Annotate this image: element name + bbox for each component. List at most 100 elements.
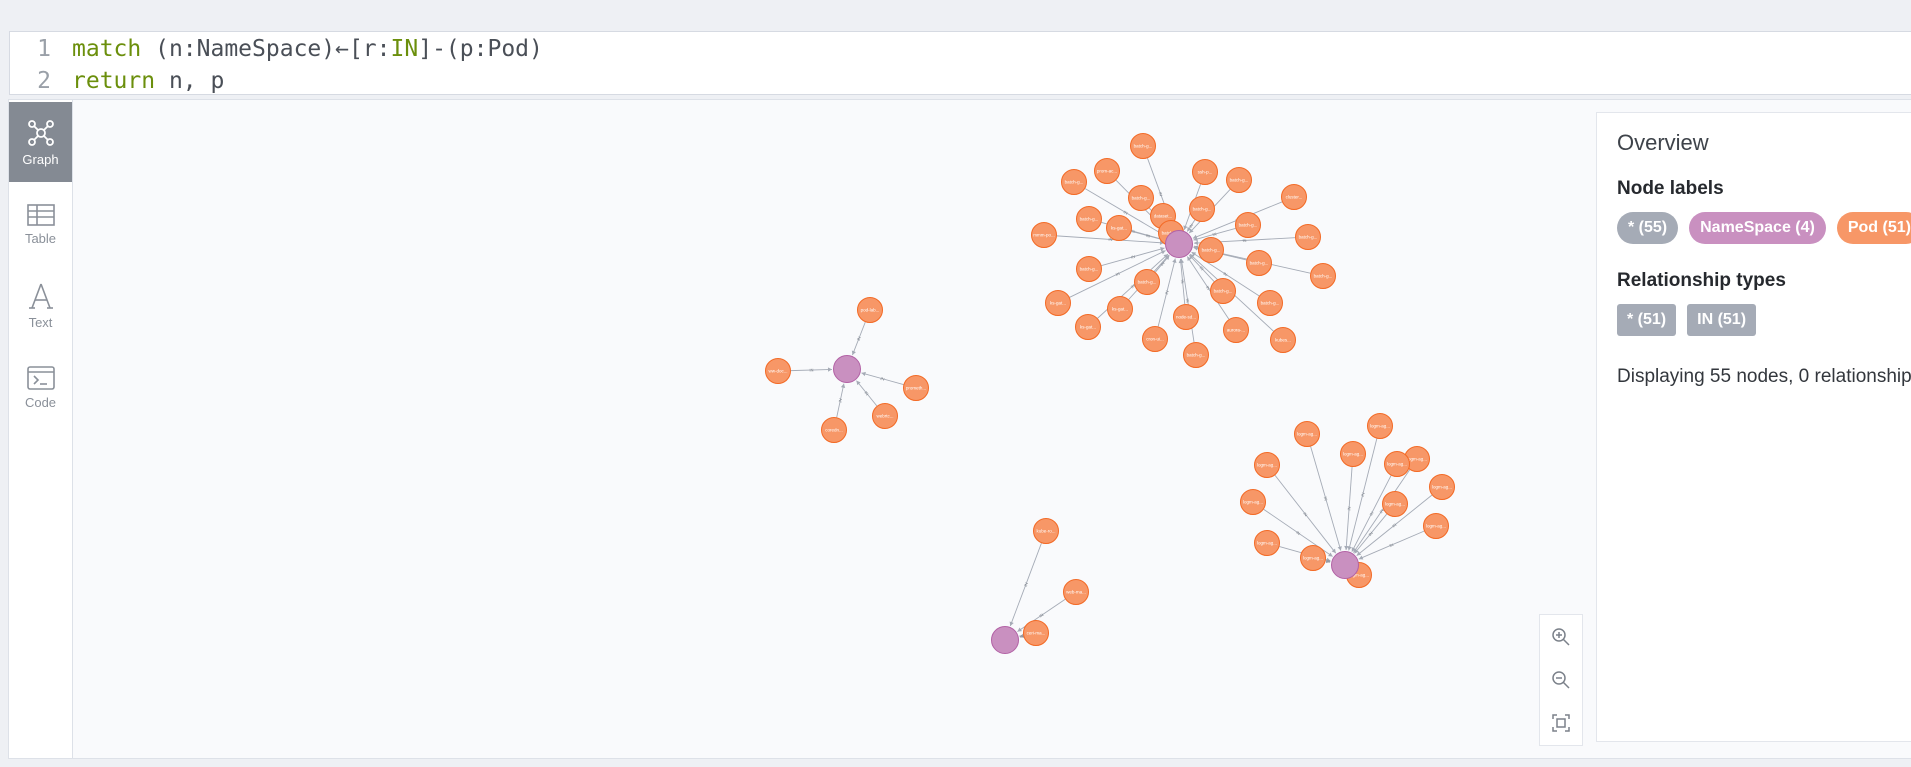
graph-canvas[interactable]: IN IN IN IN IN IN IN IN IN IN IN IN IN IN IN IN IN IN IN IN… [73, 100, 1593, 758]
pod-node[interactable]: logm-ag... [1367, 413, 1393, 439]
pod-node[interactable]: prom-ac... [1094, 158, 1120, 184]
pod-node[interactable]: batch-g... [1210, 278, 1236, 304]
pod-node[interactable]: logm-ag... [1429, 474, 1455, 500]
pod-node[interactable]: prometh... [903, 375, 929, 401]
pod-node[interactable]: batch-g... [1128, 185, 1154, 211]
pod-node-label[interactable]: batch-g... [1214, 289, 1233, 294]
pod-node-label[interactable]: ww-doc... [768, 369, 787, 374]
pod-node[interactable]: kube-ro... [1033, 518, 1059, 544]
pod-node-label[interactable]: coredn... [825, 428, 843, 433]
pod-node-label[interactable]: logm-ag... [1407, 457, 1427, 462]
pod-node-label[interactable]: logm-ag... [1370, 424, 1390, 429]
view-text-button[interactable]: Text [9, 265, 72, 345]
pod-node[interactable]: logm-ag... [1384, 451, 1410, 477]
pod-node[interactable]: logm-ag... [1240, 489, 1266, 515]
pod-node[interactable]: web-ma... [1063, 579, 1089, 605]
pod-node-label[interactable]: batch-g... [1187, 353, 1206, 358]
pod-node[interactable]: logm-ag... [1300, 545, 1326, 571]
pod-node-label[interactable]: logm-ag... [1387, 462, 1407, 467]
pod-node[interactable]: batch-g... [1257, 290, 1283, 316]
pod-node-label[interactable]: web-ma... [1066, 590, 1086, 595]
namespace-node[interactable] [1165, 230, 1193, 258]
pod-node-label[interactable]: batch-g... [1080, 267, 1099, 272]
pod-node-label[interactable]: batch-g... [1299, 235, 1318, 240]
namespace-node[interactable] [991, 626, 1019, 654]
fit-to-screen-button[interactable] [1546, 708, 1576, 738]
pod-node[interactable]: logm-ag... [1254, 530, 1280, 556]
pod-node[interactable]: node-sd... [1173, 304, 1199, 330]
pod-node[interactable]: ssh-p... [1192, 159, 1218, 185]
node-label-pod-pill[interactable]: Pod (51) [1836, 212, 1911, 244]
pod-node[interactable]: logm-ag... [1254, 452, 1280, 478]
pod-node-label[interactable]: ks-gat... [1112, 307, 1128, 312]
rel-type-all-tag[interactable]: * (51) [1617, 304, 1677, 336]
pod-node[interactable]: batch-g... [1189, 196, 1215, 222]
pod-node-label[interactable]: cluster... [1286, 195, 1303, 200]
pod-node-label[interactable]: batch-g... [1314, 274, 1333, 279]
pod-node[interactable]: batch-g... [1061, 169, 1087, 195]
pod-node-label[interactable]: batch-g... [1080, 217, 1099, 222]
pod-node-label[interactable]: batch-g... [1239, 223, 1258, 228]
pod-node[interactable]: batch-g... [1310, 263, 1336, 289]
pod-node-label[interactable]: logm-ag... [1432, 485, 1452, 490]
pod-node[interactable]: ww-doc... [765, 358, 791, 384]
pod-node[interactable]: logm-ag... [1382, 491, 1408, 517]
pod-node-label[interactable]: logm-ag... [1343, 452, 1363, 457]
pod-node-label[interactable]: logm-ag... [1385, 502, 1405, 507]
pod-node-label[interactable]: kubes... [1275, 338, 1291, 343]
pod-node-label[interactable]: logm-ag... [1297, 432, 1317, 437]
pod-node-label[interactable]: ceri-ma... [1027, 631, 1046, 636]
pod-node-label[interactable]: prometh... [906, 386, 926, 391]
view-graph-button[interactable]: Graph [9, 102, 72, 182]
pod-node-label[interactable]: aurora-... [1227, 328, 1245, 333]
pod-node[interactable]: ks-gat... [1106, 215, 1132, 241]
pod-node-label[interactable]: ks-gat... [1111, 226, 1127, 231]
pod-node-label[interactable]: logm-ag... [1303, 556, 1323, 561]
node-label-namespace-pill[interactable]: NameSpace (4) [1689, 212, 1826, 244]
pod-node[interactable]: batch-g... [1076, 256, 1102, 282]
pod-node-label[interactable]: batch-g... [1134, 144, 1153, 149]
pod-node-label[interactable]: pod-lab... [861, 308, 880, 313]
view-table-button[interactable]: Table [9, 184, 72, 264]
pod-node-label[interactable]: batch-g... [1230, 178, 1249, 183]
pod-node[interactable]: batch-g... [1183, 342, 1209, 368]
pod-node[interactable]: aurora-... [1223, 317, 1249, 343]
pod-node[interactable]: logm-ag... [1423, 513, 1449, 539]
pod-node[interactable]: batch-g... [1226, 167, 1252, 193]
pod-node-label[interactable]: batch-g... [1261, 301, 1280, 306]
node-label-all-pill[interactable]: * (55) [1617, 212, 1679, 244]
pod-node-label[interactable]: node-sd... [1176, 315, 1196, 320]
zoom-out-button[interactable] [1546, 665, 1576, 695]
pod-node-label[interactable]: logm-ag... [1257, 541, 1277, 546]
namespace-node[interactable] [833, 355, 861, 383]
pod-node[interactable]: cron-ui... [1142, 326, 1168, 352]
pod-node[interactable]: ks-gat... [1075, 314, 1101, 340]
pod-node[interactable]: mmm-po... [1031, 222, 1057, 248]
pod-node[interactable]: batch-g... [1295, 224, 1321, 250]
pod-node-label[interactable]: batch-g... [1065, 180, 1084, 185]
pod-node-label[interactable]: batch-g... [1138, 280, 1157, 285]
pod-node[interactable]: cluster... [1281, 184, 1307, 210]
pod-node-label[interactable]: logm-ag... [1257, 463, 1277, 468]
pod-node-label[interactable]: prom-ac... [1097, 169, 1117, 174]
pod-node-label[interactable]: batch-g... [1202, 248, 1221, 253]
pod-node[interactable]: webrtc... [872, 403, 898, 429]
pod-node[interactable]: coredn... [821, 417, 847, 443]
query-editor[interactable]: 1 match (n:NameSpace)←[r:IN]-(p:Pod) 2 r… [9, 31, 1911, 95]
pod-node-label[interactable]: ks-gat... [1080, 325, 1096, 330]
pod-node[interactable]: logm-ag... [1340, 441, 1366, 467]
pod-node[interactable]: ks-gat... [1045, 290, 1071, 316]
pod-node[interactable]: ceri-ma... [1023, 620, 1049, 646]
zoom-in-button[interactable] [1546, 622, 1576, 652]
pod-node-label[interactable]: ssh-p... [1198, 170, 1213, 175]
pod-node-label[interactable]: logm-ag... [1243, 500, 1263, 505]
pod-node[interactable]: batch-g... [1246, 250, 1272, 276]
rel-type-in-tag[interactable]: IN (51) [1687, 304, 1757, 336]
pod-node-label[interactable]: dataset... [1154, 214, 1173, 219]
pod-node[interactable]: batch-g... [1134, 269, 1160, 295]
pod-node-label[interactable]: batch-g... [1132, 196, 1151, 201]
pod-node[interactable]: kubes... [1270, 327, 1296, 353]
pod-node-label[interactable]: logm-ag... [1426, 524, 1446, 529]
pod-node[interactable]: batch-g... [1198, 237, 1224, 263]
pod-node-label[interactable]: ks-gat... [1050, 301, 1066, 306]
